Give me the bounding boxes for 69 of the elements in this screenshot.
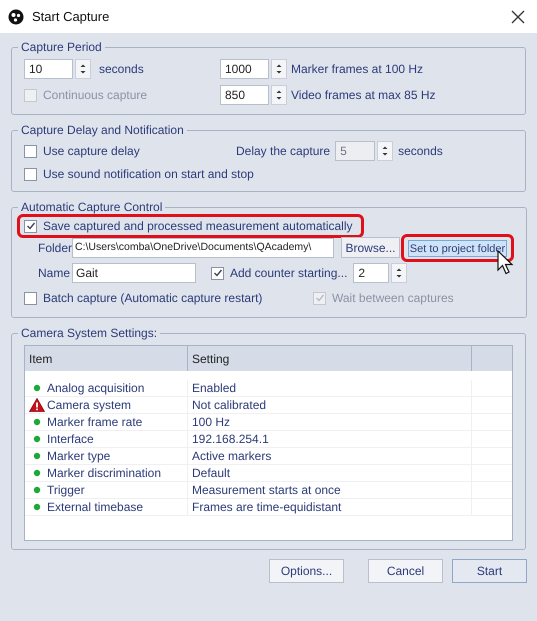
name-field[interactable]: Gait: [72, 263, 196, 283]
item-label: Analog acquisition: [47, 380, 144, 397]
folder-field[interactable]: C:\Users\comba\OneDrive\Documents\QAcademy\: [72, 238, 334, 258]
spin-button[interactable]: [271, 85, 287, 105]
checkbox-label: Save captured and processed measurement automatically: [43, 219, 353, 233]
table-cell: Active markers: [188, 448, 472, 465]
checkbox[interactable]: [24, 292, 37, 304]
checkbox-label: Add counter starting...: [230, 265, 348, 282]
spin-button[interactable]: [377, 141, 394, 161]
table-cell: 100 Hz: [188, 414, 472, 431]
up-down-arrows-icon: [396, 267, 402, 279]
number-field[interactable]: 1000: [220, 59, 269, 79]
field-label: Folder: [38, 240, 72, 256]
item-label: Marker discrimination: [47, 465, 162, 482]
checkbox-label: Batch capture (Automatic capture restart): [43, 290, 262, 307]
number-field[interactable]: 850: [220, 85, 269, 105]
group-title: Capture Period: [20, 39, 103, 56]
up-down-arrows-icon: [80, 63, 86, 75]
table-cell: Not calibrated: [188, 397, 472, 414]
column-header[interactable]: Setting: [188, 346, 472, 371]
app-logo-icon: [8, 8, 24, 24]
item-label: External timebase: [47, 499, 144, 516]
up-down-arrows-icon: [382, 145, 388, 157]
checkbox[interactable]: [24, 168, 37, 180]
check-icon: [212, 268, 222, 278]
browse-button[interactable]: Browse...: [341, 237, 400, 258]
group-title: Camera System Settings:: [20, 325, 158, 342]
column-header: [472, 346, 512, 371]
checkbox-label: Use sound notification on start and stop: [43, 166, 254, 183]
check-icon: [314, 293, 324, 303]
column-header[interactable]: Item: [25, 346, 188, 371]
up-down-arrows-icon: [276, 89, 282, 101]
checkbox-label: Continuous capture: [43, 87, 148, 104]
checkbox[interactable]: [24, 220, 37, 232]
spin-button[interactable]: [391, 263, 408, 283]
dialog-button[interactable]: Cancel: [368, 559, 443, 583]
group-title: Automatic Capture Control: [20, 199, 164, 216]
spin-button[interactable]: [271, 59, 287, 79]
item-label: Camera system: [47, 397, 132, 414]
table-cell: Default: [188, 465, 472, 482]
checkbox[interactable]: [24, 144, 37, 158]
table-cell: Frames are time-equidistant: [188, 499, 472, 516]
item-label: Marker frame rate: [47, 414, 142, 431]
number-field[interactable]: 10: [24, 59, 73, 79]
close-icon[interactable]: [511, 10, 525, 24]
dialog-button[interactable]: Options...: [269, 559, 344, 583]
checkbox-label: Wait between captures: [332, 290, 454, 307]
window-title: Start Capture: [32, 8, 110, 26]
checkbox[interactable]: [211, 266, 224, 280]
group-title: Capture Delay and Notification: [20, 122, 185, 139]
table-cell: 192.168.254.1: [188, 431, 472, 448]
set-project-folder-button[interactable]: Set to project folder: [408, 240, 507, 256]
table-cell: Enabled: [188, 380, 472, 397]
field-label: Delay the capture: [236, 143, 330, 160]
field-label: Marker frames at 100 Hz: [291, 61, 424, 78]
item-label: Interface: [47, 431, 94, 448]
spin-button[interactable]: [75, 59, 91, 79]
item-label: Trigger: [47, 482, 85, 499]
checkbox-label: Use capture delay: [43, 143, 140, 160]
table-cell: Measurement starts at once: [188, 482, 472, 499]
unit-label: seconds: [99, 61, 144, 78]
dialog-button[interactable]: Start: [452, 559, 527, 583]
unit-label: seconds: [398, 143, 443, 160]
number-field[interactable]: 2: [353, 263, 390, 283]
up-down-arrows-icon: [276, 63, 282, 75]
check-icon: [26, 221, 36, 231]
item-label: Marker type: [47, 448, 110, 465]
field-label: Video frames at max 85 Hz: [291, 87, 436, 104]
field-label: Name: [38, 265, 72, 282]
